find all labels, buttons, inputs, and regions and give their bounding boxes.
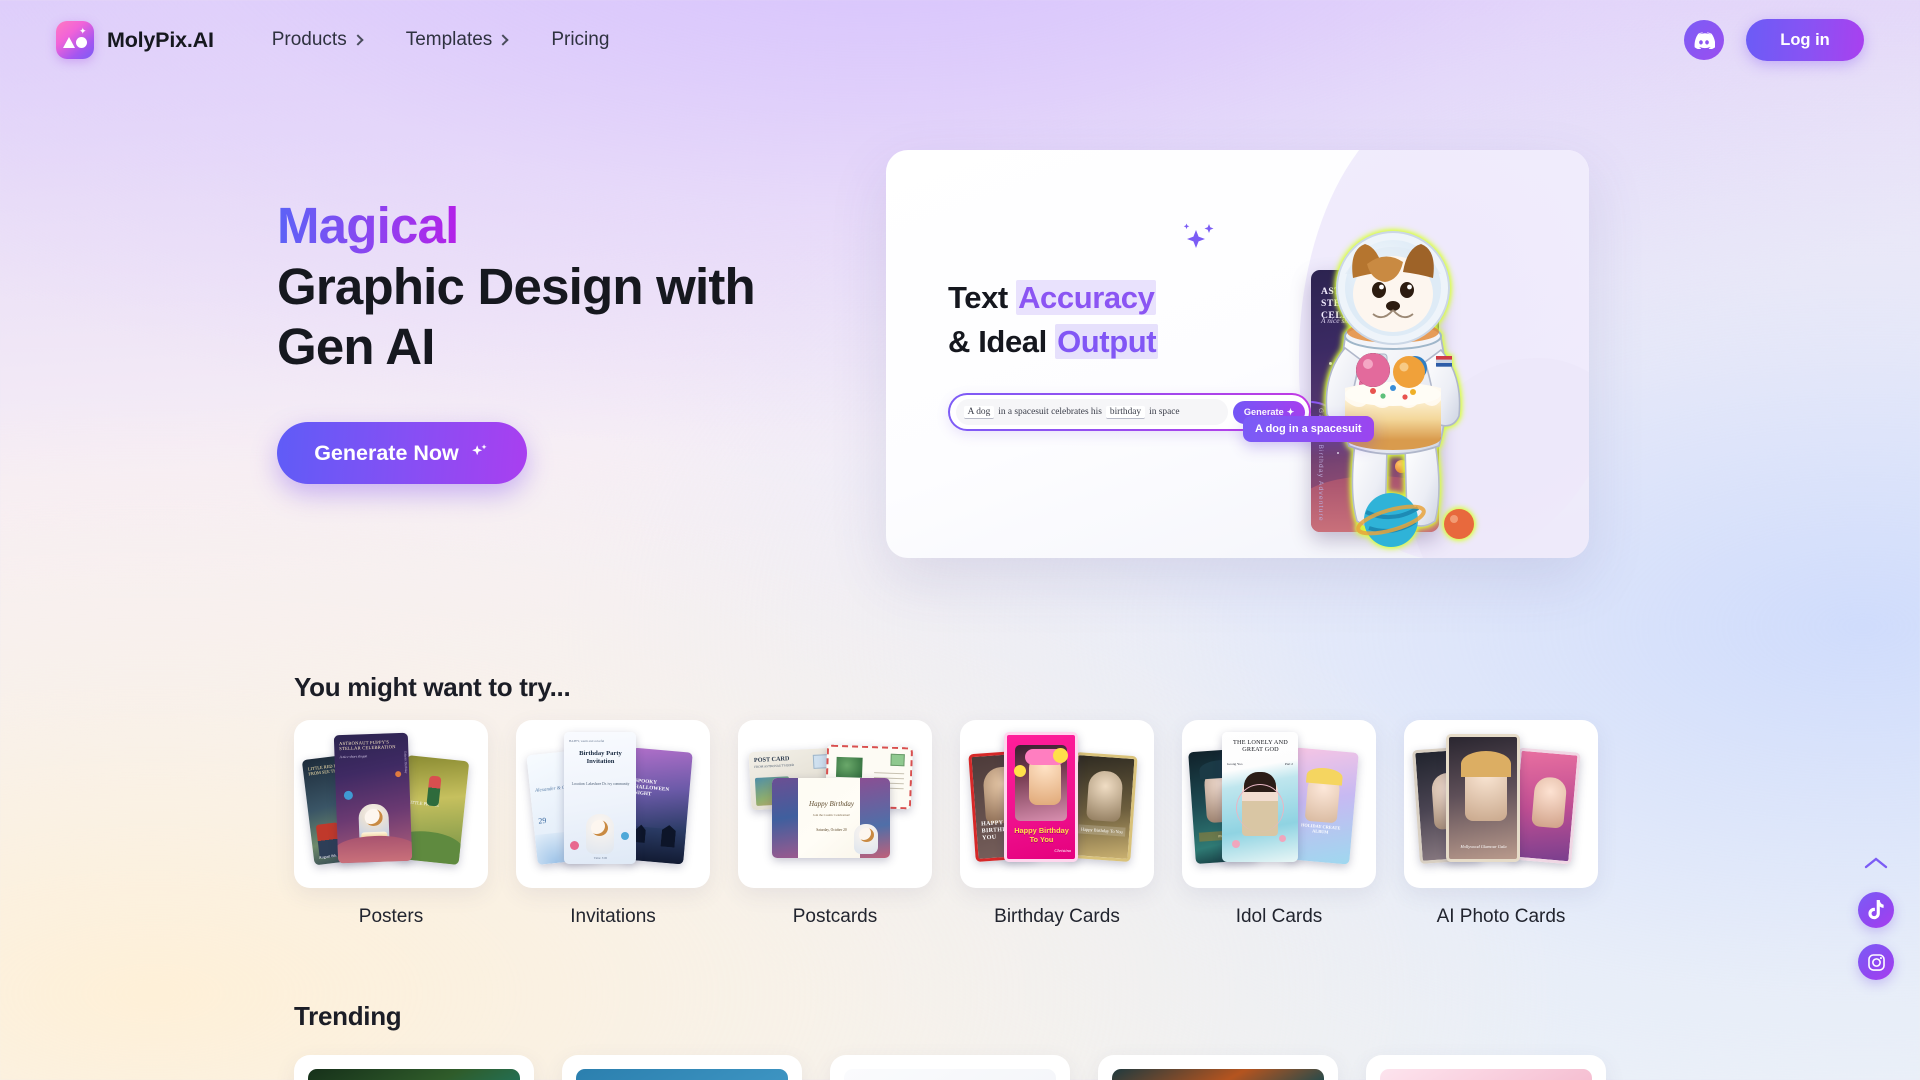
trending-card[interactable] — [294, 1055, 534, 1080]
nav-item-templates[interactable]: Templates — [405, 29, 509, 51]
hero-card-headline: Text Accuracy & Ideal Output — [948, 276, 1159, 364]
mini-title: Happy Birthday To You — [1078, 824, 1126, 837]
hero-card-line1-plain: Text — [948, 280, 1008, 315]
trending-card[interactable] — [562, 1055, 802, 1080]
try-section-title: You might want to try... — [294, 672, 571, 702]
generate-now-button[interactable]: Generate Now — [277, 422, 527, 485]
top-navbar: ✦ MolyPix.AI Products Templates Pricing … — [0, 0, 1920, 80]
category-card[interactable]: magical THE LONELY AND GREAT GOD Goong Y… — [1182, 720, 1376, 888]
landing-page: ✦ MolyPix.AI Products Templates Pricing … — [0, 0, 1920, 1080]
hero-card-line2-highlight: Output — [1055, 324, 1159, 360]
category-label: Postcards — [792, 906, 878, 927]
mini-title: HOLIDAY CREATE ALBUM — [1300, 821, 1341, 835]
hero-card-line-1: Text Accuracy — [948, 276, 1158, 320]
nav-item-products[interactable]: Products — [271, 29, 364, 51]
hero-headline-line2: Graphic Design with — [277, 257, 756, 315]
category-label: AI Photo Cards — [1436, 906, 1566, 927]
nav-right-actions: Log in — [1684, 19, 1864, 61]
brand-name: MolyPix.AI — [107, 27, 214, 52]
category-card[interactable]: LITTLE RED RIDING FROM SEE THE DOG Augus… — [294, 720, 488, 888]
hero-card-line-2: & Ideal Output — [948, 320, 1159, 364]
category-row: LITTLE RED RIDING FROM SEE THE DOG Augus… — [294, 720, 1598, 928]
mini-title: Happy Birthday To You — [1014, 826, 1069, 844]
sparkles-icon — [1176, 222, 1218, 267]
astronaut-dog-illustration — [1293, 228, 1493, 548]
hero-card-line1-highlight: Accuracy — [1016, 280, 1157, 315]
mini-title: Birthday Party Invitation — [579, 750, 622, 765]
category-card[interactable]: POST CARD FROM ASTRONAUT'S BIRD Happy Bi… — [738, 720, 932, 888]
category-invitations: Alexander & Olivia 29 HAPPY, warm and co… — [516, 720, 710, 928]
prompt-token-occasion: birthday — [1105, 405, 1146, 419]
mini-slogan: Join the Cosmic Celebration! — [812, 813, 851, 817]
category-postcards: POST CARD FROM ASTRONAUT'S BIRD Happy Bi… — [738, 720, 932, 928]
trending-thumbnail — [844, 1069, 1056, 1080]
chevron-right-icon — [497, 34, 509, 46]
trending-thumbnail — [1380, 1069, 1592, 1080]
category-label: Posters — [358, 906, 424, 927]
hero-headline-line3: Gen AI — [277, 318, 435, 376]
molypix-logo-icon: ✦ — [56, 21, 94, 59]
login-button[interactable]: Log in — [1746, 19, 1864, 61]
mini-footer: Part 2 — [1284, 762, 1293, 766]
tiktok-icon[interactable] — [1858, 892, 1894, 928]
prompt-mid-2: in space — [1149, 407, 1180, 417]
floating-social-rail — [1858, 855, 1894, 980]
category-idol-cards: magical THE LONELY AND GREAT GOD Goong Y… — [1182, 720, 1376, 928]
hero-card-line2-plain: & Ideal — [948, 324, 1047, 360]
discord-icon[interactable] — [1684, 20, 1724, 60]
nav-label: Products — [271, 29, 347, 50]
trending-card[interactable] — [1098, 1055, 1338, 1080]
mini-title: ASTRONAUT PUPPY'S STELLAR CELEBRATION — [338, 739, 396, 752]
prompt-text[interactable]: A dog in a spacesuit celebrates his birt… — [955, 399, 1228, 425]
mini-title: Hollywood Glamour Gala — [1460, 843, 1507, 849]
trending-section-title: Trending — [294, 1001, 402, 1031]
mini-vertical: Galactic Birthday — [403, 750, 409, 774]
instagram-icon[interactable] — [1858, 944, 1894, 980]
category-card[interactable]: Hollywood Glamour Gala — [1404, 720, 1598, 888]
generate-now-label: Generate Now — [314, 440, 459, 465]
chevron-up-icon[interactable] — [1863, 855, 1889, 876]
sparkle-icon — [471, 444, 487, 456]
hero-headline: Magical Graphic Design with Gen AI — [277, 196, 857, 378]
hero-headline-accent: Magical — [277, 197, 459, 254]
trending-card[interactable] — [830, 1055, 1070, 1080]
chevron-right-icon — [352, 34, 364, 46]
hero-section: Magical Graphic Design with Gen AI Gener… — [277, 196, 857, 485]
trending-row — [294, 1055, 1606, 1080]
hero-preview-card: Text Accuracy & Ideal Output A nice Gala… — [886, 150, 1589, 558]
nav-links: Products Templates Pricing — [272, 29, 610, 51]
category-posters: LITTLE RED RIDING FROM SEE THE DOG Augus… — [294, 720, 488, 928]
category-label: Birthday Cards — [994, 906, 1120, 927]
mini-title: THE LONELY AND GREAT GOD — [1233, 739, 1288, 754]
prompt-tooltip: A dog in a spacesuit — [1243, 416, 1374, 442]
trending-thumbnail — [308, 1069, 520, 1080]
mini-title: Happy Birthday — [809, 800, 854, 808]
mini-title: SPOOKY HALLOWEEN NIGHT — [633, 777, 670, 798]
trending-card[interactable] — [1366, 1055, 1606, 1080]
category-card[interactable]: HAPPY BIRTHDAY TO YOU Happy Birthday To … — [960, 720, 1154, 888]
category-label: Invitations — [570, 906, 656, 927]
prompt-token-subject: A dog — [963, 405, 995, 419]
category-card[interactable]: Alexander & Olivia 29 HAPPY, warm and co… — [516, 720, 710, 888]
nav-label: Templates — [405, 29, 493, 50]
category-label: Idol Cards — [1235, 906, 1323, 927]
mini-slogan: Goong Yoo — [1227, 762, 1243, 766]
brand-logo[interactable]: ✦ MolyPix.AI — [56, 21, 214, 59]
trending-thumbnail — [1112, 1069, 1324, 1080]
nav-label: Pricing — [551, 29, 610, 50]
category-ai-photo-cards: Hollywood Glamour Gala AI Photo Cards — [1404, 720, 1598, 928]
prompt-mid-1: in a spacesuit celebrates his — [998, 407, 1102, 417]
trending-thumbnail — [576, 1069, 788, 1080]
nav-item-pricing[interactable]: Pricing — [551, 29, 609, 51]
mini-slogan-top: HAPPY, warm and colorful — [569, 739, 605, 743]
mini-slogan: A nice short slogan — [339, 754, 368, 760]
category-birthday-cards: HAPPY BIRTHDAY TO YOU Happy Birthday To … — [960, 720, 1154, 928]
mini-slogan: Location: Lakeshore Dr. ivy community — [571, 782, 630, 786]
mini-footer: Time: 3:00 — [593, 856, 608, 861]
mini-footer: Christina — [1054, 847, 1071, 853]
